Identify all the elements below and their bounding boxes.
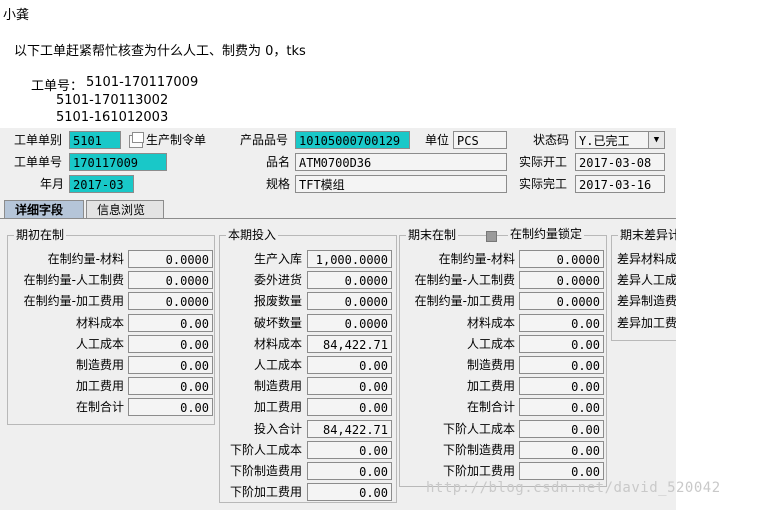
status-value: Y.已完工 [579, 134, 630, 148]
closing-row-label: 在制约量-人工制费 [414, 273, 515, 288]
closing-row-label: 在制约量-材料 [438, 252, 515, 266]
current-row-label: 破坏数量 [253, 315, 302, 330]
current-row-label: 人工成本 [253, 358, 302, 372]
current-row-label: 加工费用 [253, 400, 302, 415]
closing-row-label: 下阶加工费用 [442, 464, 515, 478]
chevron-down-icon[interactable]: ▼ [648, 132, 664, 148]
production-order-label: 生产制令单 [146, 133, 207, 147]
current-row-label: 材料成本 [253, 336, 302, 351]
opening-row-label: 材料成本 [75, 315, 124, 330]
closing-row-value[interactable]: 0.00 [519, 398, 604, 417]
tab-divider [0, 218, 676, 219]
closing-row-value[interactable]: 0.00 [519, 462, 604, 480]
current-row-label: 下阶人工成本 [229, 442, 302, 457]
closing-row-label: 在制约量-加工费用 [414, 294, 515, 309]
unit-field[interactable]: PCS [453, 131, 507, 149]
order-type-field[interactable]: 5101 [69, 131, 121, 149]
closing-row-value[interactable]: 0.00 [519, 356, 604, 374]
opening-row-label: 在制合计 [75, 400, 124, 415]
current-row-label: 下阶加工费用 [229, 485, 302, 500]
name-label: 品名 [266, 155, 291, 169]
opening-row-label: 在制约量-人工制费 [23, 273, 124, 288]
current-row-label: 下阶制造费用 [229, 464, 302, 478]
work-order-2: 5101-170113002 [56, 93, 169, 108]
current-row-label: 报废数量 [253, 294, 302, 309]
opening-row-label: 在制约量-加工费用 [23, 294, 124, 309]
closing-row-label: 人工成本 [466, 336, 515, 351]
current-row-value[interactable]: 0.00 [307, 483, 392, 502]
current-row-label: 委外进货 [253, 273, 302, 288]
production-order-checkbox-icon[interactable] [129, 132, 144, 148]
status-label: 状态码 [533, 133, 570, 147]
email-sender: 小龚 [3, 8, 30, 23]
name-field[interactable]: ATM0700D36 [295, 153, 507, 171]
order-no-label: 工单单号 [14, 155, 63, 169]
unit-label: 单位 [425, 133, 450, 147]
tab-detail-fields[interactable]: 详细字段 [4, 200, 84, 218]
closing-row-label: 制造费用 [466, 358, 515, 372]
closing-row-label: 下阶制造费用 [442, 442, 515, 457]
actual-start-label: 实际开工 [519, 155, 568, 169]
email-body: 以下工单赶紧帮忙核查为什么人工、制费为 0，tks [14, 44, 306, 59]
watermark: http://blog.csdn.net/david_520042 [426, 480, 721, 496]
year-month-field[interactable]: 2017-03 [69, 175, 134, 193]
work-order-1: 5101-170117009 [86, 75, 199, 90]
status-select[interactable]: Y.已完工 ▼ [575, 131, 665, 149]
order-no-field[interactable]: 170117009 [69, 153, 167, 171]
variance-row-label: 差异加工费 [617, 315, 676, 330]
group-closing-title: 期末在制 [406, 227, 459, 243]
closing-row-label: 在制合计 [466, 400, 515, 415]
group-opening-title: 期初在制 [14, 227, 67, 243]
actual-finish-label: 实际完工 [519, 177, 568, 191]
order-type-label: 工单单别 [14, 133, 63, 147]
wip-lock-label: 在制约量锁定 [508, 225, 585, 243]
tab-info-browse[interactable]: 信息浏览 [86, 200, 164, 218]
actual-finish-field[interactable]: 2017-03-16 [575, 175, 665, 193]
variance-row-label: 差异材料成 [617, 252, 676, 266]
closing-row-value[interactable]: 0.00 [519, 440, 604, 459]
product-no-field[interactable]: 10105000700129 [295, 131, 410, 149]
wip-lock-checkbox[interactable] [486, 231, 497, 242]
opening-row-label: 制造费用 [75, 358, 124, 372]
erp-form: 工单单别 5101 生产制令单 产品品号 10105000700129 单位 P… [0, 128, 676, 510]
variance-row-label: 差异制造费 [617, 294, 676, 309]
opening-row-label: 在制约量-材料 [47, 252, 124, 266]
opening-row-label: 加工费用 [75, 379, 124, 394]
closing-row-value[interactable]: 0.0000 [519, 292, 604, 311]
closing-row-label: 材料成本 [466, 315, 515, 330]
spec-label: 规格 [266, 177, 291, 191]
work-order-3: 5101-161012003 [56, 110, 169, 125]
actual-start-field[interactable]: 2017-03-08 [575, 153, 665, 171]
closing-row-value[interactable]: 0.0000 [519, 250, 604, 268]
group-variance-title: 期末差异计 [618, 227, 676, 243]
product-no-label: 产品品号 [240, 133, 289, 147]
current-row-label: 投入合计 [253, 421, 302, 436]
work-order-label: 工单号： [31, 79, 84, 94]
closing-row-value[interactable]: 0.00 [519, 419, 604, 438]
opening-row-label: 人工成本 [75, 336, 124, 351]
closing-row-label: 加工费用 [466, 379, 515, 394]
current-row-label: 制造费用 [253, 379, 302, 394]
closing-row-value[interactable]: 0.00 [519, 334, 604, 353]
group-current-title: 本期投入 [226, 227, 279, 243]
closing-row-label: 下阶人工成本 [442, 421, 515, 436]
closing-row-value[interactable]: 0.0000 [519, 271, 604, 290]
closing-row-value[interactable]: 0.00 [519, 377, 604, 396]
variance-row-label: 差异人工成 [617, 273, 676, 288]
year-month-label: 年月 [40, 177, 65, 191]
spec-field[interactable]: TFT模组 [295, 175, 507, 193]
current-row-label: 生产入库 [253, 252, 302, 266]
closing-row-value[interactable]: 0.00 [519, 313, 604, 332]
